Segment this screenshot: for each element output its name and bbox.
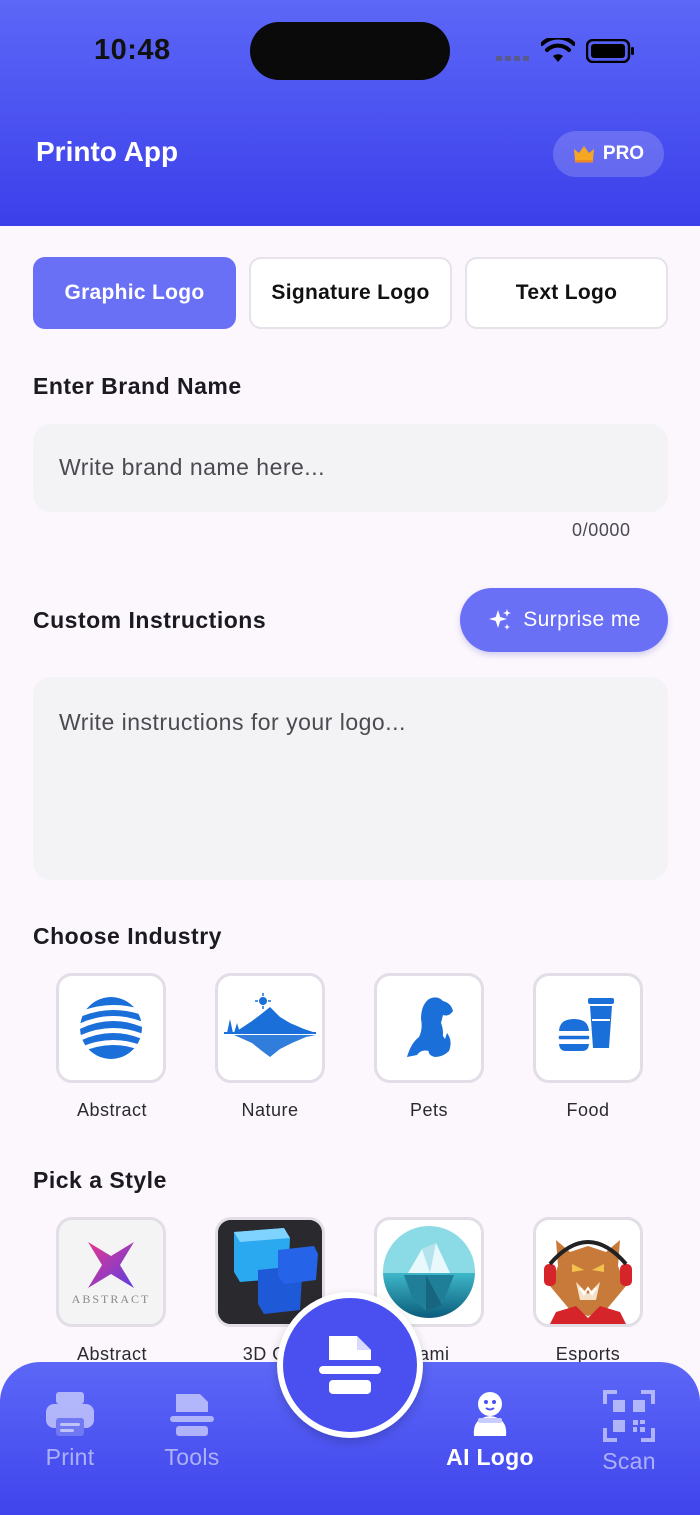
ai-logo-icon [473, 1392, 507, 1436]
document-print-icon [319, 1336, 381, 1394]
industry-pets-tile[interactable] [374, 973, 484, 1083]
abstract-globe-icon [80, 997, 142, 1059]
industry-food-label: Food [566, 1100, 610, 1120]
app-title: Printo App [36, 136, 179, 167]
sparkle-icon [489, 609, 512, 630]
tab-text-logo[interactable]: Text Logo [465, 257, 668, 329]
surprise-me-label: Surprise me [523, 608, 641, 631]
industry-abstract-tile[interactable] [56, 973, 166, 1083]
industry-abstract-label: Abstract [76, 1100, 148, 1120]
wifi-icon [541, 38, 575, 62]
instructions-textarea[interactable]: Write instructions for your logo... [33, 677, 668, 880]
nav-print-label: Print [45, 1444, 95, 1470]
app-header: 10:48 Printo App PRO [0, 0, 700, 226]
abstract-style-thumbnail: ABSTRACT [72, 1238, 151, 1307]
nav-scan[interactable]: Scan [569, 1390, 689, 1475]
nav-ai-logo[interactable]: AI Logo [430, 1390, 550, 1471]
printer-icon [46, 1392, 94, 1436]
pets-icon [407, 997, 453, 1057]
status-time: 10:48 [94, 34, 171, 66]
abstract-star-logo [88, 1241, 134, 1288]
industry-food-tile[interactable] [533, 973, 643, 1083]
cellular-signal-icon [496, 56, 529, 61]
nav-tools[interactable]: Tools [132, 1390, 252, 1471]
industry-nature-label: Nature [241, 1100, 299, 1120]
tab-graphic-logo[interactable]: Graphic Logo [33, 257, 236, 329]
pick-style-label: Pick a Style [33, 1167, 167, 1193]
brand-name-placeholder: Write brand name here... [59, 454, 325, 480]
style-abstract-tile[interactable]: ABSTRACT [56, 1217, 166, 1327]
custom-instructions-label: Custom Instructions [33, 607, 267, 633]
esports-wolf-thumbnail [536, 1220, 640, 1324]
industry-nature-tile[interactable] [215, 973, 325, 1083]
choose-industry-label: Choose Industry [33, 923, 222, 949]
nature-mountain-icon [224, 993, 316, 1057]
brand-name-label: Enter Brand Name [33, 373, 242, 399]
nav-print[interactable]: Print [10, 1390, 130, 1471]
style-esports-tile[interactable] [533, 1217, 643, 1327]
pro-label: PRO [602, 143, 645, 164]
abstract-thumbnail-text: ABSTRACT [71, 1291, 151, 1306]
tab-signature-logo[interactable]: Signature Logo [249, 257, 452, 329]
food-burger-icon [556, 998, 614, 1053]
brand-name-input[interactable]: Write brand name here... [33, 424, 668, 512]
surprise-me-button[interactable]: Surprise me [460, 588, 668, 652]
nav-scan-label: Scan [602, 1448, 656, 1474]
dynamic-island [250, 22, 450, 80]
instructions-placeholder: Write instructions for your logo... [59, 709, 406, 735]
qr-scan-icon [603, 1390, 655, 1442]
character-counter: 0/0000 [572, 520, 631, 540]
print-fab-button[interactable] [277, 1292, 423, 1438]
industry-pets-label: Pets [409, 1100, 449, 1120]
crown-icon [573, 146, 594, 163]
origami-iceberg-thumbnail [383, 1226, 475, 1318]
tools-icon [170, 1394, 214, 1436]
nav-ai-logo-label: AI Logo [446, 1444, 534, 1470]
pro-button[interactable]: PRO [553, 131, 664, 177]
nav-tools-label: Tools [164, 1444, 220, 1470]
battery-icon [586, 39, 634, 63]
